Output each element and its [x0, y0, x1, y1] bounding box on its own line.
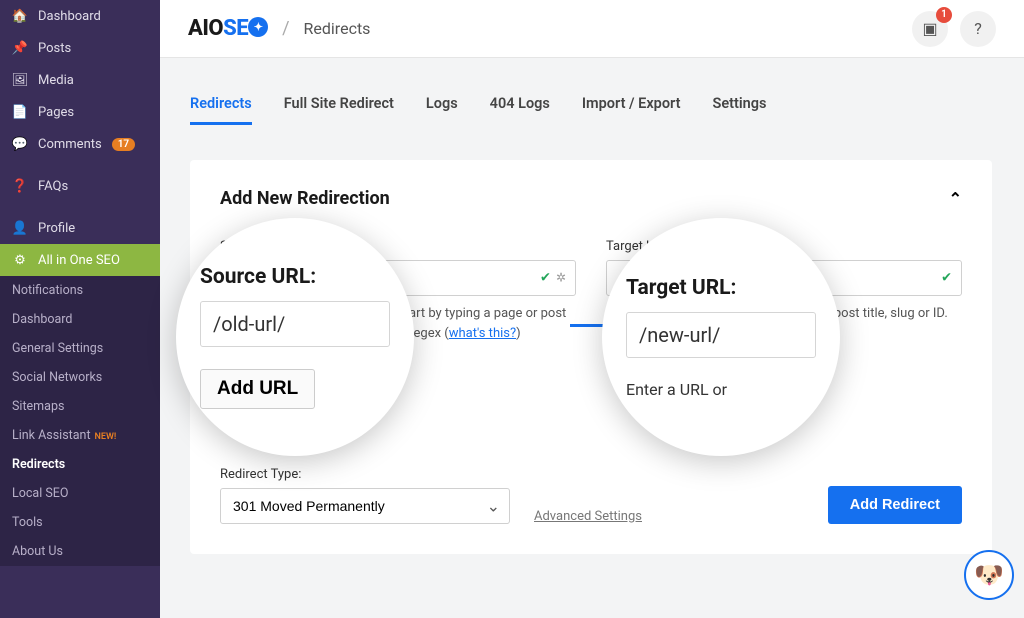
media-icon: 🖼 [12, 72, 28, 88]
tab-redirects[interactable]: Redirects [190, 85, 252, 125]
settings-mini-icon[interactable]: ✲ [556, 271, 566, 286]
sidebar-item-media[interactable]: 🖼 Media [0, 64, 160, 96]
inbox-button[interactable]: ▣ 1 [912, 11, 948, 47]
sidebar-item-dashboard[interactable]: 🏠 Dashboard [0, 0, 160, 32]
sidebar-sub-general[interactable]: General Settings [0, 334, 160, 363]
target-magnifier: Target URL: Enter a URL or [602, 218, 840, 456]
bubble-source-label: Source URL: [200, 265, 316, 289]
sidebar-sub-notifications[interactable]: Notifications [0, 276, 160, 305]
sidebar-sub-localseo[interactable]: Local SEO [0, 479, 160, 508]
sidebar-label: Comments [38, 137, 102, 152]
question-icon: ? [974, 19, 982, 38]
tab-404logs[interactable]: 404 Logs [490, 85, 550, 125]
sidebar-sub-label: Notifications [12, 283, 83, 298]
whats-this-link[interactable]: what's this? [449, 326, 516, 341]
topbar: AIOSE / Redirects ▣ 1 ? [160, 0, 1024, 58]
panel-title: Add New Redirection [220, 188, 390, 209]
sidebar-item-posts[interactable]: 📌 Posts [0, 32, 160, 64]
sidebar-label: All in One SEO [38, 253, 120, 268]
mascot-icon: 🐶 [974, 561, 1004, 589]
tab-settings[interactable]: Settings [713, 85, 767, 125]
advanced-settings-link[interactable]: Advanced Settings [534, 509, 642, 524]
bubble-add-url-button[interactable]: Add URL [200, 369, 315, 409]
tab-logs[interactable]: Logs [426, 85, 458, 125]
help-icon: ❓ [12, 178, 28, 194]
check-icon: ✔ [941, 271, 952, 286]
comment-icon: 💬 [12, 136, 28, 152]
tabs: Redirects Full Site Redirect Logs 404 Lo… [190, 85, 766, 125]
add-redirect-button[interactable]: Add Redirect [828, 486, 962, 524]
help-mascot-button[interactable]: 🐶 [964, 550, 1014, 600]
sidebar-item-faqs[interactable]: ❓ FAQs [0, 170, 160, 202]
page-icon: 📄 [12, 104, 28, 120]
redirect-type-select[interactable] [220, 488, 510, 524]
bubble-target-helper: Enter a URL or [626, 380, 727, 399]
sidebar-sub-linkassistant[interactable]: Link Assistant NEW! [0, 421, 160, 450]
check-icon: ✔ [540, 271, 551, 286]
sidebar-item-pages[interactable]: 📄 Pages [0, 96, 160, 128]
tab-importexport[interactable]: Import / Export [582, 85, 681, 125]
sidebar-label: Profile [38, 221, 75, 236]
sidebar-label: FAQs [38, 179, 68, 194]
sidebar-item-profile[interactable]: 👤 Profile [0, 212, 160, 244]
logo-text-aio: AIO [188, 16, 223, 41]
sidebar-sub-tools[interactable]: Tools [0, 508, 160, 537]
user-icon: 👤 [12, 220, 28, 236]
comments-count-badge: 17 [112, 138, 135, 151]
collapse-button[interactable]: ⌃ [949, 189, 962, 208]
source-magnifier: Source URL: Add URL [176, 218, 414, 456]
breadcrumb-page: Redirects [304, 19, 371, 38]
sidebar-label: Dashboard [38, 9, 101, 24]
sidebar-item-comments[interactable]: 💬 Comments 17 [0, 128, 160, 160]
sidebar-label: Pages [38, 105, 74, 120]
gear-icon: ⚙ [12, 252, 28, 268]
sidebar-item-aioseo[interactable]: ⚙ All in One SEO [0, 244, 160, 276]
breadcrumb-separator: / [282, 18, 289, 39]
logo: AIOSE [188, 16, 268, 41]
tab-fullsite[interactable]: Full Site Redirect [284, 85, 394, 125]
bubble-target-input[interactable] [626, 312, 816, 358]
sidebar-sub-label: Link Assistant [12, 428, 91, 443]
sidebar-sub-redirects[interactable]: Redirects [0, 450, 160, 479]
sidebar-sub-dashboard[interactable]: Dashboard [0, 305, 160, 334]
admin-sidebar: 🏠 Dashboard 📌 Posts 🖼 Media 📄 Pages 💬 Comment… [0, 0, 160, 618]
dashboard-icon: 🏠 [12, 8, 28, 24]
notification-count-badge: 1 [936, 7, 952, 23]
sidebar-sub-sitemaps[interactable]: Sitemaps [0, 392, 160, 421]
pin-icon: 📌 [12, 40, 28, 56]
sidebar-label: Media [38, 73, 74, 88]
sidebar-sub-social[interactable]: Social Networks [0, 363, 160, 392]
logo-gear-icon [248, 17, 268, 37]
sidebar-sub-about[interactable]: About Us [0, 537, 160, 566]
bubble-source-input[interactable] [200, 301, 390, 347]
redirect-type-label: Redirect Type: [220, 467, 510, 482]
help-button[interactable]: ? [960, 11, 996, 47]
help-text-post: ) [516, 326, 521, 341]
bubble-target-label: Target URL: [626, 276, 736, 300]
new-badge: NEW! [95, 432, 117, 442]
chevron-up-icon: ⌃ [949, 189, 962, 208]
sidebar-label: Posts [38, 41, 71, 56]
logo-text-seo: SE [223, 16, 248, 41]
inbox-icon: ▣ [922, 19, 937, 38]
